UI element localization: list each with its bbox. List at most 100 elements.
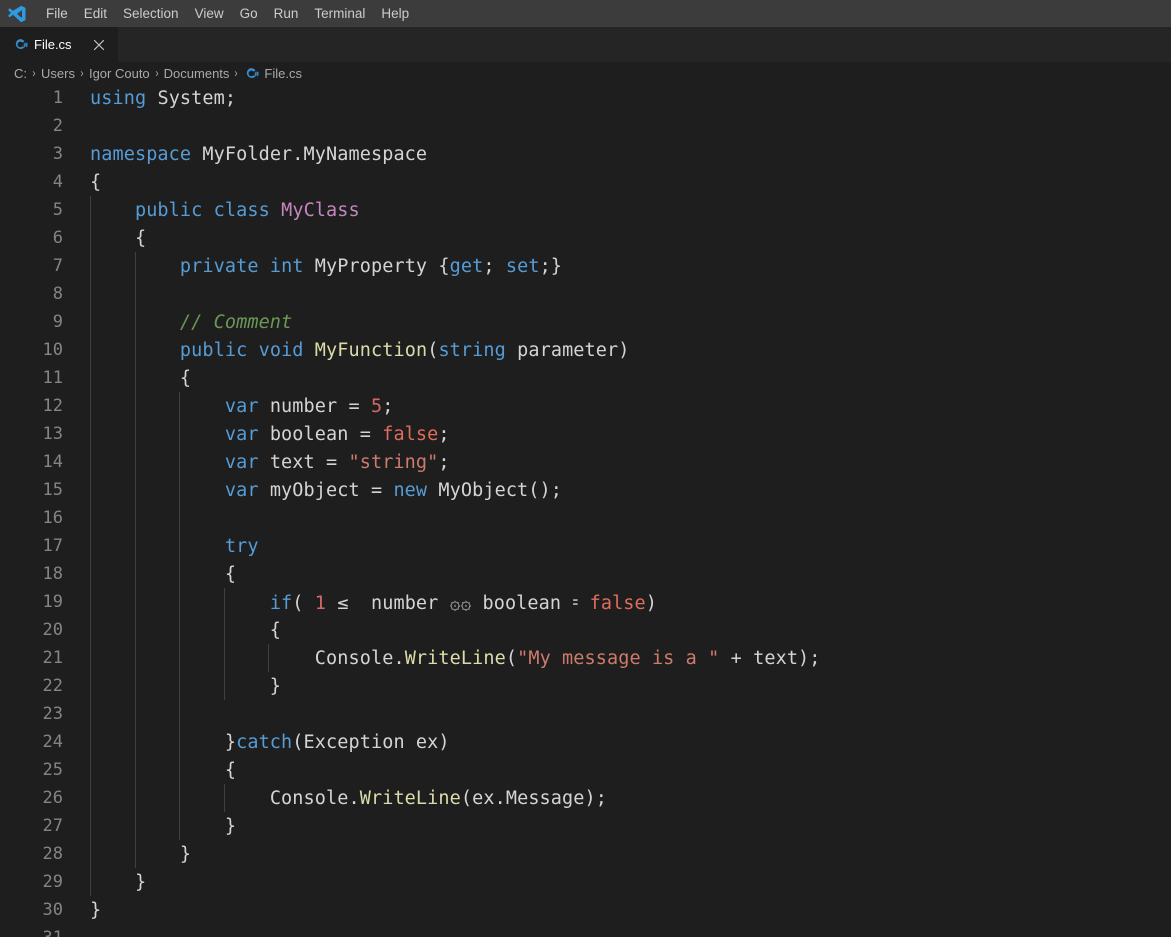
code-line[interactable]: 5 public class MyClass bbox=[0, 196, 1171, 224]
code-line[interactable]: 3 namespace MyFolder.MyNamespace bbox=[0, 140, 1171, 168]
code-line[interactable]: 1 using System; bbox=[0, 84, 1171, 112]
code-line-text[interactable]: // Comment bbox=[64, 312, 1171, 333]
code-line-text[interactable]: try bbox=[64, 536, 1171, 557]
code-line-text[interactable]: }catch(Exception ex) bbox=[64, 732, 1171, 753]
code-token: } bbox=[90, 731, 237, 753]
code-line[interactable]: 18 { bbox=[0, 560, 1171, 588]
code-line-text[interactable]: { bbox=[64, 620, 1171, 641]
code-token: text = bbox=[258, 451, 349, 473]
code-line-text[interactable]: { bbox=[64, 172, 1171, 193]
code-line[interactable]: 16 bbox=[0, 504, 1171, 532]
vscode-logo-icon bbox=[6, 3, 28, 25]
code-line-text[interactable]: private int MyProperty {get; set;} bbox=[64, 256, 1171, 277]
code-line[interactable]: 7 private int MyProperty {get; set;} bbox=[0, 252, 1171, 280]
code-line[interactable]: 4{ bbox=[0, 168, 1171, 196]
code-token: ; bbox=[382, 395, 394, 417]
code-line[interactable]: 12 var number = 5; bbox=[0, 392, 1171, 420]
code-line[interactable]: 20 { bbox=[0, 616, 1171, 644]
breadcrumb: C: › Users › Igor Couto › Documents › Fi… bbox=[0, 62, 1171, 84]
code-line-text[interactable]: } bbox=[64, 900, 1171, 921]
menu-item-selection[interactable]: Selection bbox=[115, 0, 187, 27]
code-line[interactable]: 31 bbox=[0, 924, 1171, 937]
code-line-text[interactable]: } bbox=[64, 816, 1171, 837]
code-line-text[interactable]: } bbox=[64, 676, 1171, 697]
code-line[interactable]: 25 { bbox=[0, 756, 1171, 784]
code-line[interactable]: 26 Console.WriteLine(ex.Message); bbox=[0, 784, 1171, 812]
code-token: (ex.Message); bbox=[460, 787, 607, 809]
code-token: MyFolder.MyNamespace bbox=[191, 143, 428, 165]
line-number: 24 bbox=[42, 732, 63, 752]
code-line[interactable]: 19 if( 1 ≤ number ۞۞ boolean ⹀ false) bbox=[0, 588, 1171, 616]
code-line-text[interactable]: public void MyFunction(string parameter) bbox=[64, 340, 1171, 361]
code-line-text[interactable]: Console.WriteLine("My message is a " + t… bbox=[64, 648, 1171, 669]
code-line[interactable]: 23 bbox=[0, 700, 1171, 728]
line-number: 21 bbox=[42, 648, 63, 668]
csharp-file-icon bbox=[12, 37, 28, 53]
code-token: get bbox=[449, 255, 484, 277]
menu-item-edit[interactable]: Edit bbox=[76, 0, 115, 27]
code-line[interactable]: 6 { bbox=[0, 224, 1171, 252]
breadcrumb-item-documents[interactable]: Documents bbox=[164, 66, 230, 81]
code-line[interactable]: 11 { bbox=[0, 364, 1171, 392]
menu-item-go[interactable]: Go bbox=[232, 0, 266, 27]
code-line-text[interactable]: namespace MyFolder.MyNamespace bbox=[64, 144, 1171, 165]
code-token: new bbox=[393, 479, 428, 501]
code-line-text[interactable]: var myObject = new MyObject(); bbox=[64, 480, 1171, 501]
code-line[interactable]: 28 } bbox=[0, 840, 1171, 868]
close-icon[interactable] bbox=[90, 36, 108, 54]
code-line[interactable]: 13 var boolean = false; bbox=[0, 420, 1171, 448]
code-line-text[interactable]: { bbox=[64, 760, 1171, 781]
code-line[interactable]: 9 // Comment bbox=[0, 308, 1171, 336]
line-number: 3 bbox=[52, 144, 63, 164]
line-number: 5 bbox=[52, 200, 63, 220]
code-line-text[interactable]: if( 1 ≤ number ۞۞ boolean ⹀ false) bbox=[64, 590, 1171, 615]
breadcrumb-item-file-cs[interactable]: File.cs bbox=[243, 65, 302, 81]
code-editor[interactable]: 1 using System; 2 3 namespace MyFolder.MyNam… bbox=[0, 84, 1171, 937]
line-number: 22 bbox=[42, 676, 63, 696]
menu-item-help[interactable]: Help bbox=[373, 0, 417, 27]
code-line-text[interactable]: public class MyClass bbox=[64, 200, 1171, 221]
code-line-text[interactable]: var boolean = false; bbox=[64, 424, 1171, 445]
code-line[interactable]: 27 } bbox=[0, 812, 1171, 840]
code-line-text[interactable]: { bbox=[64, 368, 1171, 389]
line-number: 4 bbox=[52, 172, 63, 192]
code-line[interactable]: 21 Console.WriteLine("My message is a " … bbox=[0, 644, 1171, 672]
code-line-text[interactable]: { bbox=[64, 228, 1171, 249]
line-number: 7 bbox=[52, 256, 63, 276]
code-line[interactable]: 10 public void MyFunction(string paramet… bbox=[0, 336, 1171, 364]
code-line[interactable]: 22 } bbox=[0, 672, 1171, 700]
code-line[interactable]: 24 }catch(Exception ex) bbox=[0, 728, 1171, 756]
code-line-text[interactable]: var text = "string"; bbox=[64, 452, 1171, 473]
code-line-text[interactable]: Console.WriteLine(ex.Message); bbox=[64, 788, 1171, 809]
code-token: parameter) bbox=[505, 339, 630, 361]
tab-file-cs[interactable]: File.cs bbox=[0, 27, 118, 62]
line-number: 20 bbox=[42, 620, 63, 640]
code-line-text[interactable]: using System; bbox=[64, 88, 1171, 109]
line-number: 10 bbox=[42, 340, 63, 360]
code-line-text[interactable]: { bbox=[64, 564, 1171, 585]
line-number: 13 bbox=[42, 424, 63, 444]
breadcrumb-item-igor-couto[interactable]: Igor Couto bbox=[89, 66, 150, 81]
breadcrumb-item-drive[interactable]: C: bbox=[14, 66, 27, 81]
code-line[interactable]: 30} bbox=[0, 896, 1171, 924]
code-line[interactable]: 14 var text = "string"; bbox=[0, 448, 1171, 476]
code-line-text[interactable]: var number = 5; bbox=[64, 396, 1171, 417]
code-token: { bbox=[90, 227, 147, 249]
code-token: myObject = bbox=[258, 479, 394, 501]
code-line-text[interactable]: } bbox=[64, 872, 1171, 893]
menu-bar: File Edit Selection View Go Run Terminal… bbox=[38, 0, 417, 27]
code-line-text[interactable]: } bbox=[64, 844, 1171, 865]
breadcrumb-item-users[interactable]: Users bbox=[41, 66, 75, 81]
code-line[interactable]: 8 bbox=[0, 280, 1171, 308]
menu-item-terminal[interactable]: Terminal bbox=[306, 0, 373, 27]
code-line[interactable]: 17 try bbox=[0, 532, 1171, 560]
line-number: 30 bbox=[42, 900, 63, 920]
code-line[interactable]: 29 } bbox=[0, 868, 1171, 896]
menu-item-file[interactable]: File bbox=[38, 0, 76, 27]
code-line[interactable]: 15 var myObject = new MyObject(); bbox=[0, 476, 1171, 504]
code-line[interactable]: 2 bbox=[0, 112, 1171, 140]
menu-item-run[interactable]: Run bbox=[266, 0, 307, 27]
breadcrumb-separator: › bbox=[80, 66, 84, 80]
menu-item-view[interactable]: View bbox=[187, 0, 232, 27]
